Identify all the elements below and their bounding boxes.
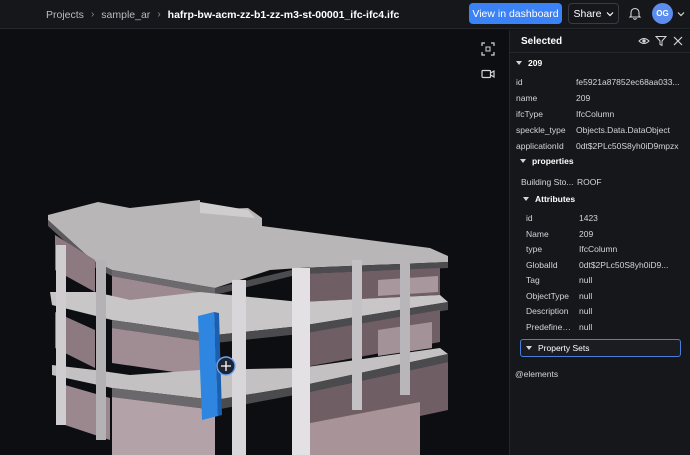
properties-header[interactable]: properties (510, 153, 690, 169)
attributes-header[interactable]: Attributes (510, 191, 690, 207)
field-row: id fe5921a87852ec68aa033... (510, 74, 690, 90)
attribute-value: 209 (579, 228, 594, 239)
share-button[interactable]: Share (568, 3, 619, 24)
attribute-row: type IfcColumn (510, 241, 690, 257)
properties-label: properties (532, 156, 574, 166)
attribute-value: 1423 (579, 213, 598, 223)
field-row: ifcType IfcColumn (510, 106, 690, 122)
field-key: speckle_type (516, 125, 566, 135)
breadcrumb-project[interactable]: sample_ar (101, 9, 150, 21)
attribute-key: Tag (526, 275, 540, 285)
attribute-value: null (579, 275, 593, 285)
filter-icon[interactable] (655, 35, 667, 47)
breadcrumb-model[interactable]: hafrp-bw-acm-zz-b1-zz-m3-st-00001_ifc-if… (168, 9, 400, 21)
field-key: ifcType (516, 109, 543, 119)
field-key: applicationId (516, 141, 564, 151)
attribute-value: IfcColumn (579, 244, 618, 254)
field-value: Objects.Data.DataObject (576, 125, 671, 135)
chevron-down-icon (526, 346, 532, 350)
property-sets-header[interactable]: Property Sets (520, 339, 681, 357)
view-in-dashboard-button[interactable]: View in dashboard (469, 3, 562, 24)
building-model[interactable] (0, 30, 509, 455)
frame-icon[interactable] (477, 38, 499, 60)
attribute-key: GlobalId (526, 259, 558, 270)
field-value: ROOF (577, 177, 602, 187)
field-key: Building Sto... (521, 177, 574, 187)
field-key: name (516, 93, 538, 103)
share-button-label: Share (573, 7, 602, 20)
attribute-key: Description (526, 306, 569, 316)
attribute-key: ObjectType (526, 290, 569, 301)
top-bar: Projects › sample_ar › hafrp-bw-acm-zz-b… (0, 0, 690, 29)
eye-icon[interactable] (638, 35, 650, 47)
bell-icon[interactable] (628, 6, 642, 20)
elements-row[interactable]: @elements (515, 366, 675, 382)
chevron-down-icon (516, 61, 522, 65)
chevron-down-icon (606, 11, 613, 16)
3d-viewer[interactable] (0, 30, 509, 455)
attribute-row: Tag null (510, 272, 690, 288)
close-icon[interactable] (672, 35, 684, 47)
breadcrumb: Projects › sample_ar › hafrp-bw-acm-zz-b… (46, 0, 399, 29)
attribute-row: Predefined... null (510, 319, 690, 335)
attribute-key: Name (526, 228, 549, 239)
field-key: id (516, 77, 523, 87)
attribute-row: Name 209 (510, 226, 690, 242)
selection-panel: Selected 209 id fe5921a87852ec68aa033... n… (509, 30, 690, 455)
attribute-value: null (579, 306, 593, 316)
attributes-label: Attributes (535, 194, 576, 204)
attribute-row: id 1423 (510, 210, 690, 226)
field-value: fe5921a87852ec68aa033... (576, 77, 680, 87)
breadcrumb-projects[interactable]: Projects (46, 9, 84, 21)
panel-title: Selected (521, 35, 563, 47)
building-storey-row: Building Sto... ROOF (510, 174, 690, 190)
field-value: IfcColumn (576, 109, 615, 119)
attribute-value: null (579, 290, 593, 301)
camera-icon[interactable] (477, 63, 499, 85)
chevron-down-icon (520, 159, 526, 163)
elements-label: @elements (515, 369, 559, 379)
chevron-down-icon[interactable] (677, 10, 685, 18)
object-header[interactable]: 209 (510, 55, 690, 71)
attribute-key: type (526, 244, 543, 254)
attribute-row: GlobalId 0dt$2PLc50S8yh0iD9... (510, 257, 690, 273)
attribute-value: null (579, 321, 593, 332)
attribute-key: id (526, 213, 533, 223)
field-row: applicationId 0dt$2PLc50S8yh0iD9mpzx (510, 138, 690, 154)
attribute-value: 0dt$2PLc50S8yh0iD9... (579, 259, 669, 270)
object-label: 209 (528, 58, 543, 68)
field-value: 0dt$2PLc50S8yh0iD9mpzx (576, 141, 679, 151)
property-sets-label: Property Sets (538, 343, 590, 353)
chevron-down-icon (523, 197, 529, 201)
chevron-right-icon: › (157, 9, 161, 20)
attribute-row: Description null (510, 303, 690, 319)
field-row: name 209 (510, 90, 690, 106)
field-value: 209 (576, 93, 591, 103)
avatar[interactable]: OG (652, 3, 673, 24)
field-row: speckle_type Objects.Data.DataObject (510, 122, 690, 138)
attribute-row: ObjectType null (510, 288, 690, 304)
attribute-key: Predefined... (526, 321, 572, 332)
chevron-right-icon: › (90, 9, 95, 20)
